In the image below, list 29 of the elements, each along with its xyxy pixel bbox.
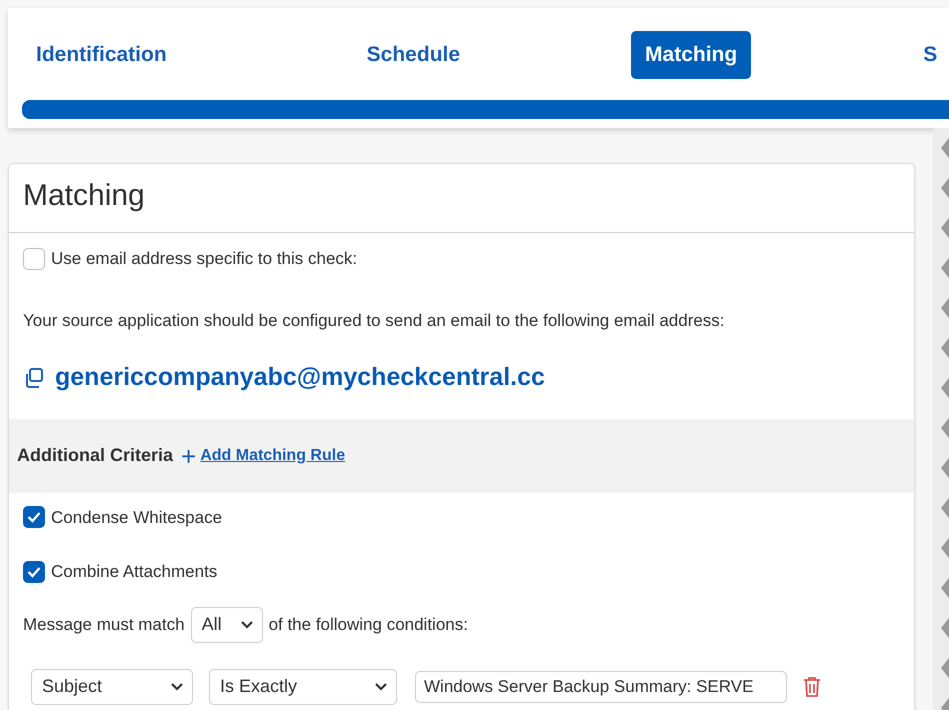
checkbox-label: Use email address specific to this check:	[51, 248, 358, 270]
instructions-text: Your source application should be configured to send an email to the following email address:	[22, 310, 726, 332]
caret-icon	[374, 682, 388, 692]
step-tab[interactable]: S	[909, 31, 949, 79]
check-icon	[27, 511, 41, 524]
match-select[interactable]: All	[190, 606, 263, 642]
email-address: genericcompanyabc@mycheckcentral.cc	[55, 362, 545, 393]
section-title: Additional Criteria	[17, 444, 174, 467]
add-rule-link[interactable]: Add Matching Rule	[200, 444, 346, 468]
step-tab[interactable]: Matching	[631, 31, 752, 79]
match-label: of the following conditions:	[268, 614, 468, 636]
checkbox[interactable]	[23, 248, 45, 270]
match-label: Message must match	[23, 614, 185, 636]
operator-select[interactable]: Is Exactly	[209, 668, 397, 704]
checkbox[interactable]	[23, 506, 45, 528]
checkbox-label: Combine Attachments	[51, 561, 218, 583]
step-tab[interactable]: Identification	[22, 31, 181, 79]
caret-icon	[240, 620, 254, 630]
field-select[interactable]: Subject	[31, 668, 193, 704]
trash-icon[interactable]	[803, 676, 821, 698]
step-tab[interactable]: Schedule	[352, 31, 474, 79]
caret-icon	[170, 682, 184, 692]
value-field[interactable]: Windows Server Backup Summary: SERVE	[415, 670, 787, 702]
copy-icon[interactable]	[23, 366, 45, 389]
check-icon	[27, 566, 41, 578]
plus-icon: +	[181, 442, 196, 468]
checkbox[interactable]	[23, 560, 45, 583]
checkbox-label: Condense Whitespace	[51, 506, 222, 528]
card-title: Matching	[23, 178, 146, 214]
